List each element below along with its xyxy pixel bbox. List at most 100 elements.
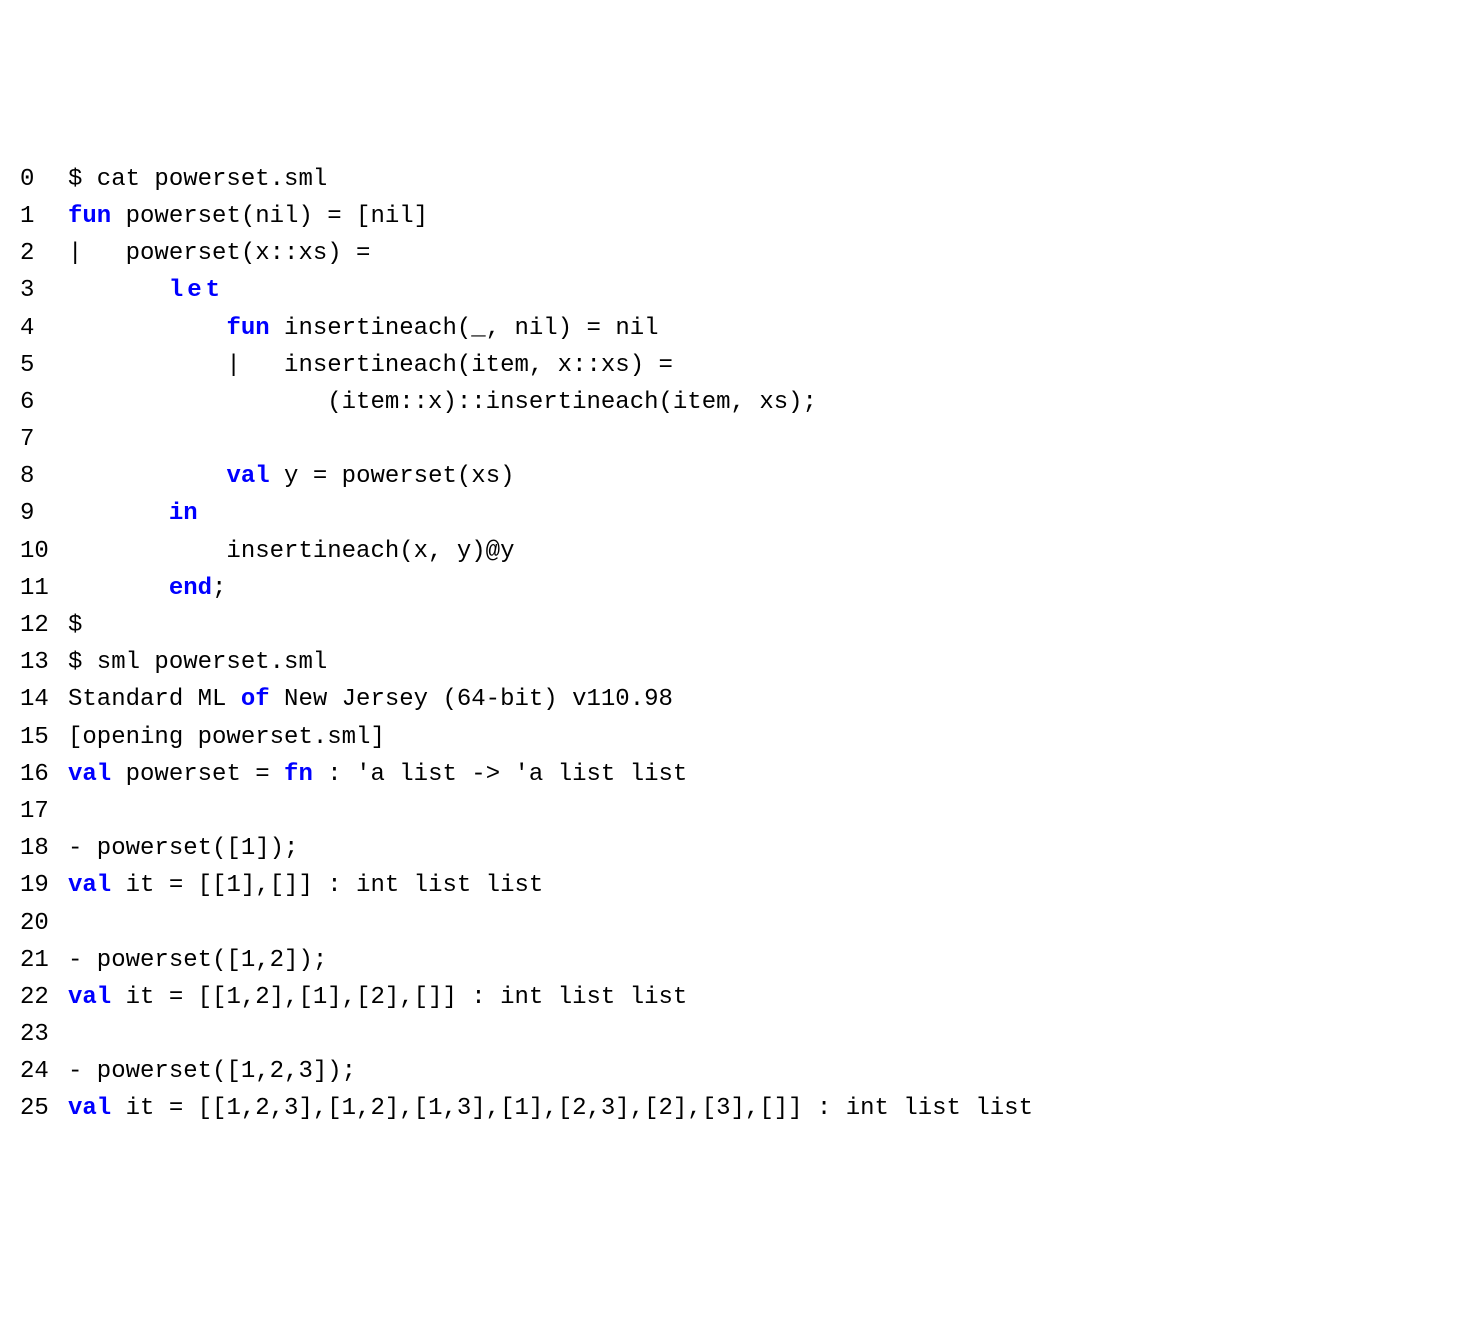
text-token: insertineach(x, y)@y xyxy=(68,538,514,565)
line-number: 6 xyxy=(20,384,68,421)
code-line: 14Standard ML of New Jersey (64-bit) v11… xyxy=(20,681,1450,718)
code-line: 9 in xyxy=(20,495,1450,532)
line-number: 12 xyxy=(20,607,68,644)
keyword-token: end xyxy=(169,575,212,602)
text-token: y = powerset(xs) xyxy=(270,463,515,490)
line-number: 1 xyxy=(20,198,68,235)
keyword-token: in xyxy=(169,500,198,527)
line-number: 5 xyxy=(20,347,68,384)
line-number: 8 xyxy=(20,458,68,495)
code-line: 21- powerset([1,2]); xyxy=(20,942,1450,979)
line-number: 15 xyxy=(20,719,68,756)
code-line: 16val powerset = fn : 'a list -> 'a list… xyxy=(20,756,1450,793)
keyword-token: of xyxy=(241,686,270,713)
text-token: powerset = xyxy=(111,761,284,788)
code-line: 1fun powerset(nil) = [nil] xyxy=(20,198,1450,235)
line-number: 25 xyxy=(20,1090,68,1127)
line-number: 10 xyxy=(20,533,68,570)
keyword-token: fn xyxy=(284,761,313,788)
code-line: 3 let xyxy=(20,272,1450,309)
line-content: $ sml powerset.sml xyxy=(68,644,327,681)
code-line: 15[opening powerset.sml] xyxy=(20,719,1450,756)
line-content: end; xyxy=(68,570,226,607)
text-token xyxy=(68,277,169,304)
line-number: 13 xyxy=(20,644,68,681)
line-content: fun insertineach(_, nil) = nil xyxy=(68,310,659,347)
text-token: powerset(nil) = [nil] xyxy=(111,203,428,230)
keyword-token: val xyxy=(68,984,111,1011)
code-line: 0$ cat powerset.sml xyxy=(20,161,1450,198)
text-token: New Jersey (64-bit) v110.98 xyxy=(270,686,673,713)
text-token: - powerset([1,2]); xyxy=(68,947,327,974)
line-number: 0 xyxy=(20,161,68,198)
text-token: $ cat powerset.sml xyxy=(68,166,327,193)
line-content: - powerset([1,2,3]); xyxy=(68,1053,356,1090)
text-token xyxy=(68,500,169,527)
keyword-token: val xyxy=(226,463,269,490)
line-content: val it = [[1,2],[1],[2],[]] : int list l… xyxy=(68,979,687,1016)
text-token: $ sml powerset.sml xyxy=(68,649,327,676)
line-number: 21 xyxy=(20,942,68,979)
line-content: (item::x)::insertineach(item, xs); xyxy=(68,384,817,421)
code-line: 7 xyxy=(20,421,1450,458)
line-content: fun powerset(nil) = [nil] xyxy=(68,198,428,235)
line-number: 3 xyxy=(20,272,68,309)
code-line: 23 xyxy=(20,1016,1450,1053)
code-line: 24- powerset([1,2,3]); xyxy=(20,1053,1450,1090)
line-content: - powerset([1,2]); xyxy=(68,942,327,979)
line-content: val it = [[1],[]] : int list list xyxy=(68,867,543,904)
code-line: 11 end; xyxy=(20,570,1450,607)
code-line: 18- powerset([1]); xyxy=(20,830,1450,867)
text-token: Standard ML xyxy=(68,686,241,713)
line-content: let xyxy=(68,272,224,309)
text-token: | insertineach(item, x::xs) = xyxy=(68,352,673,379)
code-line: 19val it = [[1],[]] : int list list xyxy=(20,867,1450,904)
text-token: insertineach(_, nil) = nil xyxy=(270,315,659,342)
text-token: : 'a list -> 'a list list xyxy=(313,761,687,788)
line-number: 24 xyxy=(20,1053,68,1090)
code-line: 10 insertineach(x, y)@y xyxy=(20,533,1450,570)
text-token: it = [[1,2,3],[1,2],[1,3],[1],[2,3],[2],… xyxy=(111,1095,1033,1122)
line-content: insertineach(x, y)@y xyxy=(68,533,514,570)
code-line: 22val it = [[1,2],[1],[2],[]] : int list… xyxy=(20,979,1450,1016)
code-line: 4 fun insertineach(_, nil) = nil xyxy=(20,310,1450,347)
code-line: 25val it = [[1,2,3],[1,2],[1,3],[1],[2,3… xyxy=(20,1090,1450,1127)
line-content: val y = powerset(xs) xyxy=(68,458,515,495)
line-number: 22 xyxy=(20,979,68,1016)
text-token xyxy=(68,463,226,490)
text-token: (item::x)::insertineach(item, xs); xyxy=(68,389,817,416)
text-token: - powerset([1]); xyxy=(68,835,298,862)
line-number: 19 xyxy=(20,867,68,904)
keyword-token: val xyxy=(68,872,111,899)
text-token: | powerset(x::xs) = xyxy=(68,240,370,267)
code-line: 6 (item::x)::insertineach(item, xs); xyxy=(20,384,1450,421)
text-token: - powerset([1,2,3]); xyxy=(68,1058,356,1085)
line-number: 11 xyxy=(20,570,68,607)
line-number: 16 xyxy=(20,756,68,793)
line-content: $ xyxy=(68,607,82,644)
line-number: 14 xyxy=(20,681,68,718)
line-content: in xyxy=(68,495,198,532)
line-content: - powerset([1]); xyxy=(68,830,298,867)
code-line: 12$ xyxy=(20,607,1450,644)
keyword-token: fun xyxy=(226,315,269,342)
code-line: 8 val y = powerset(xs) xyxy=(20,458,1450,495)
code-line: 17 xyxy=(20,793,1450,830)
text-token: it = [[1],[]] : int list list xyxy=(111,872,543,899)
text-token: ; xyxy=(212,575,226,602)
line-content: | powerset(x::xs) = xyxy=(68,235,370,272)
text-token xyxy=(68,575,169,602)
text-token xyxy=(68,315,226,342)
code-line: 2| powerset(x::xs) = xyxy=(20,235,1450,272)
line-content: val powerset = fn : 'a list -> 'a list l… xyxy=(68,756,687,793)
code-listing: 0$ cat powerset.sml1fun powerset(nil) = … xyxy=(20,161,1450,1128)
line-number: 7 xyxy=(20,421,68,458)
line-content: $ cat powerset.sml xyxy=(68,161,327,198)
text-token: it = [[1,2],[1],[2],[]] : int list list xyxy=(111,984,687,1011)
keyword-token: fun xyxy=(68,203,111,230)
line-number: 4 xyxy=(20,310,68,347)
line-number: 17 xyxy=(20,793,68,830)
code-line: 13$ sml powerset.sml xyxy=(20,644,1450,681)
line-number: 2 xyxy=(20,235,68,272)
line-content: [opening powerset.sml] xyxy=(68,719,385,756)
